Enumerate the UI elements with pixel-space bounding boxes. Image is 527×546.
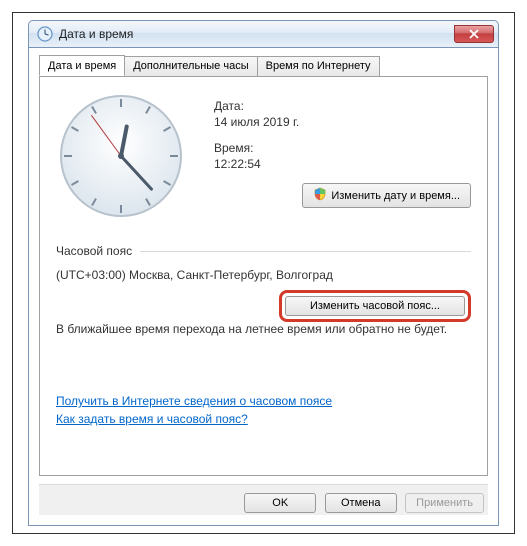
divider — [140, 251, 471, 252]
timezone-value: (UTC+03:00) Москва, Санкт-Петербург, Вол… — [56, 268, 471, 282]
change-timezone-button[interactable]: Изменить часовой пояс... — [285, 296, 465, 316]
cancel-button[interactable]: Отмена — [325, 493, 397, 513]
ok-button[interactable]: OK — [244, 493, 316, 513]
highlight-frame: Изменить часовой пояс... — [279, 290, 471, 322]
date-value: 14 июля 2019 г. — [214, 115, 471, 129]
tab-content: Дата: 14 июля 2019 г. Время: 12:22:54 Из… — [39, 76, 488, 476]
change-datetime-button[interactable]: Изменить дату и время... — [302, 183, 471, 208]
analog-clock — [56, 91, 186, 226]
link-howto[interactable]: Как задать время и часовой пояс? — [56, 412, 471, 426]
date-label: Дата: — [214, 99, 471, 113]
tab-internet-time[interactable]: Время по Интернету — [257, 56, 380, 77]
titlebar: Дата и время — [28, 20, 499, 48]
dialog-footer: OK Отмена Применить — [39, 484, 488, 515]
close-icon — [469, 29, 479, 39]
apply-button: Применить — [405, 493, 484, 513]
tab-date-time[interactable]: Дата и время — [39, 55, 125, 76]
dst-notice: В ближайшее время перехода на летнее вре… — [56, 322, 471, 336]
tab-additional-clocks[interactable]: Дополнительные часы — [124, 56, 257, 77]
time-value: 12:22:54 — [214, 157, 471, 171]
clock-app-icon — [37, 26, 53, 42]
window-title: Дата и время — [59, 27, 454, 41]
shield-icon — [313, 187, 327, 204]
timezone-section-label: Часовой пояс — [56, 244, 132, 258]
link-tz-info[interactable]: Получить в Интернете сведения о часовом … — [56, 394, 471, 408]
time-label: Время: — [214, 141, 471, 155]
tab-bar: Дата и время Дополнительные часы Время п… — [39, 56, 488, 77]
close-button[interactable] — [454, 25, 494, 43]
